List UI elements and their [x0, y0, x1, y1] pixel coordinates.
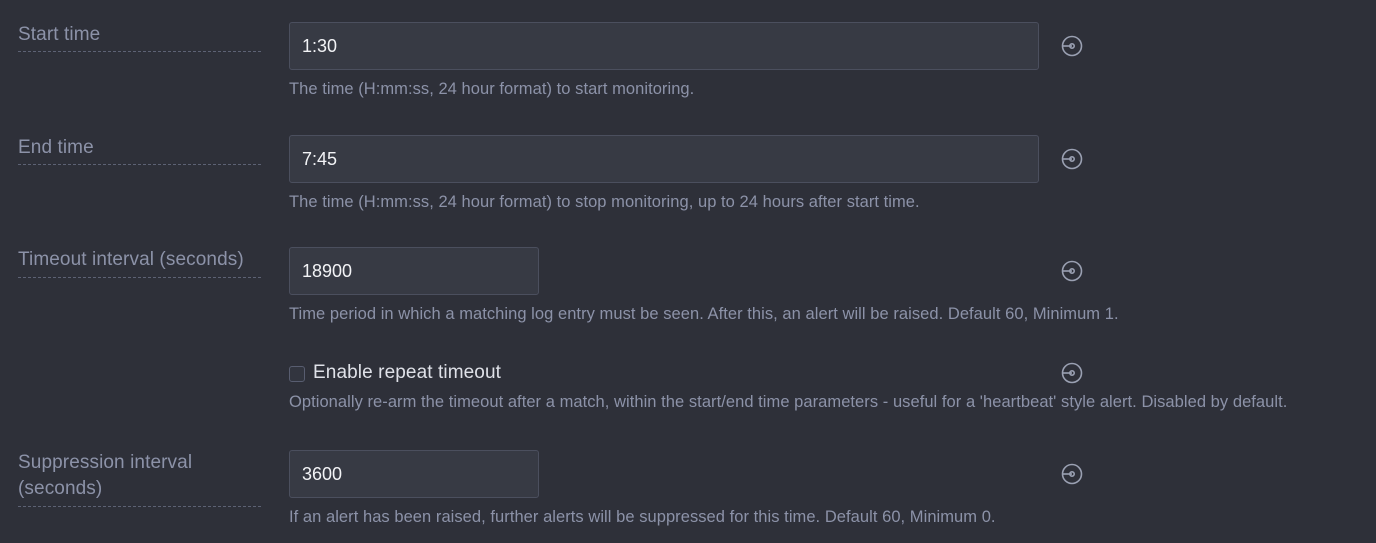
end-time-input[interactable]: [289, 135, 1039, 183]
control-col-suppression-interval: If an alert has been raised, further ale…: [289, 450, 996, 527]
label-underline: [18, 277, 261, 278]
label-underline: [18, 51, 261, 52]
start-time-input[interactable]: [289, 22, 1039, 70]
timeout-interval-input[interactable]: [289, 247, 539, 295]
label-underline: [18, 506, 261, 507]
label-col-suppression-interval: Suppression interval (seconds): [18, 450, 261, 507]
suppression-interval-input[interactable]: [289, 450, 539, 498]
control-col-enable-repeat-timeout: Enable repeat timeout Optionally re-arm …: [289, 360, 1287, 412]
label-col-start-time: Start time: [18, 22, 261, 52]
help-text-timeout-interval: Time period in which a matching log entr…: [289, 305, 1119, 323]
target-info-icon-end-time[interactable]: [1059, 146, 1085, 172]
target-info-icon-start-time[interactable]: [1059, 33, 1085, 59]
label-underline: [18, 164, 261, 165]
label-col-end-time: End time: [18, 135, 261, 165]
enable-repeat-timeout-checkbox-row[interactable]: Enable repeat timeout: [289, 360, 1287, 386]
help-text-end-time: The time (H:mm:ss, 24 hour format) to st…: [289, 193, 920, 211]
field-label-end-time: End time: [18, 137, 94, 158]
target-info-icon-timeout-interval[interactable]: [1059, 258, 1085, 284]
control-col-timeout-interval: Time period in which a matching log entr…: [289, 247, 1119, 324]
field-label-suppression-interval: Suppression interval (seconds): [18, 452, 193, 499]
control-col-end-time: The time (H:mm:ss, 24 hour format) to st…: [289, 135, 1039, 212]
settings-form: Start time The time (H:mm:ss, 24 hour fo…: [0, 0, 1376, 543]
control-col-start-time: The time (H:mm:ss, 24 hour format) to st…: [289, 22, 1039, 99]
help-text-enable-repeat-timeout: Optionally re-arm the timeout after a ma…: [289, 393, 1288, 411]
help-text-suppression-interval: If an alert has been raised, further ale…: [289, 508, 996, 526]
field-label-start-time: Start time: [18, 24, 101, 45]
enable-repeat-timeout-label: Enable repeat timeout: [313, 362, 501, 383]
target-info-icon-suppression-interval[interactable]: [1059, 461, 1085, 487]
field-label-timeout-interval: Timeout interval (seconds): [18, 249, 244, 270]
label-col-timeout-interval: Timeout interval (seconds): [18, 247, 261, 278]
enable-repeat-timeout-checkbox[interactable]: [289, 366, 305, 382]
help-text-start-time: The time (H:mm:ss, 24 hour format) to st…: [289, 80, 695, 98]
target-info-icon-enable-repeat-timeout[interactable]: [1059, 360, 1085, 386]
